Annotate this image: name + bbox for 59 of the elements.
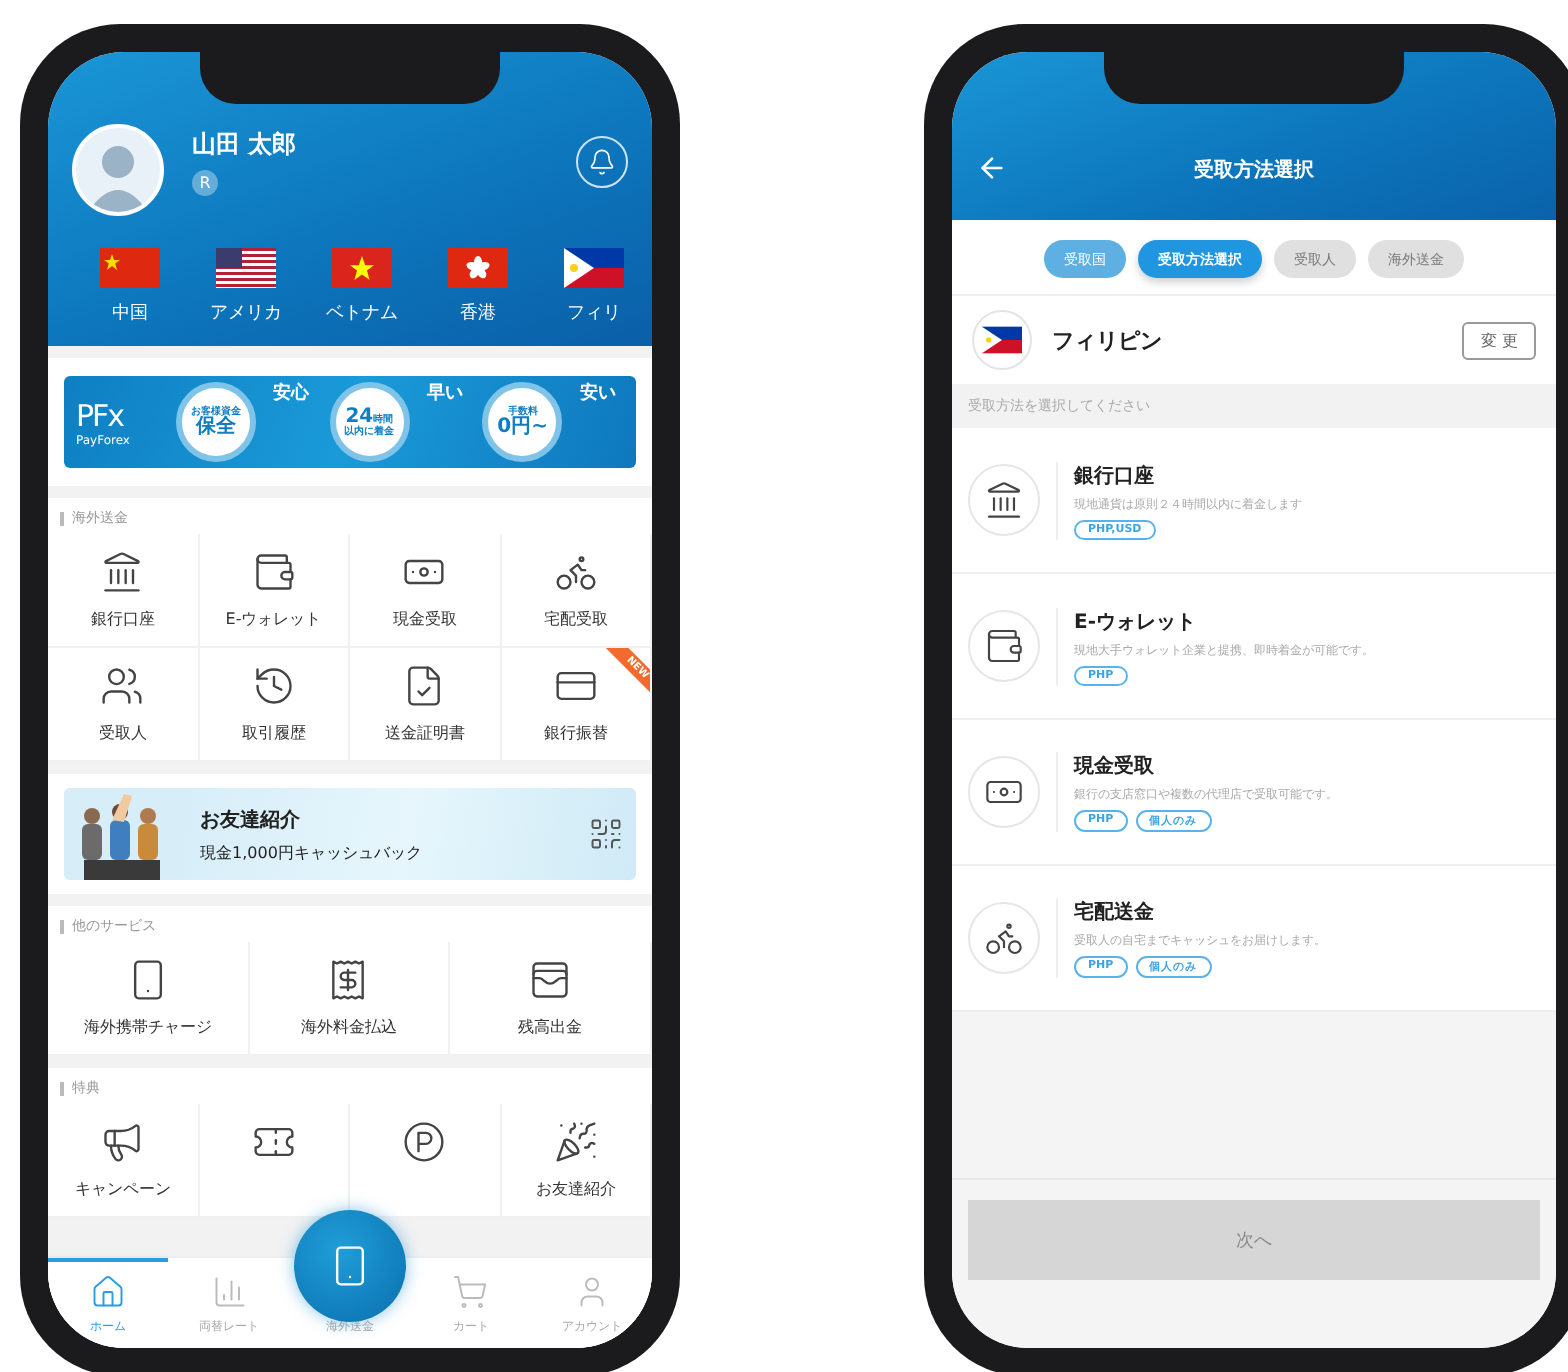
menu-item[interactable]: 海外携帯チャージ — [48, 942, 250, 1056]
bar-chart-icon — [211, 1274, 248, 1310]
country-item[interactable]: 中国 — [72, 248, 188, 326]
method-title: E-ウォレット — [1074, 609, 1198, 635]
wallet-icon — [984, 626, 1024, 666]
country-item[interactable]: 香港 — [420, 248, 536, 326]
menu-item[interactable]: 銀行口座 — [48, 534, 199, 648]
method-title: 銀行口座 — [1074, 462, 1156, 489]
cart-icon — [452, 1274, 489, 1310]
country-item[interactable]: アメリカ — [188, 248, 304, 326]
rank-badge: R — [192, 170, 218, 196]
country-item[interactable]: フィリ — [536, 248, 652, 326]
megaphone-icon — [100, 1120, 145, 1164]
bank-icon — [984, 480, 1024, 520]
flag-icon — [332, 248, 392, 288]
flag-icon — [100, 248, 160, 288]
country-name: フィリピン — [1052, 325, 1164, 355]
menu-item[interactable]: 宅配受取 — [501, 534, 652, 648]
referral-title: お友達紹介 — [200, 807, 302, 833]
history-icon — [251, 664, 296, 708]
menu-item[interactable]: 残高出金 — [450, 942, 652, 1056]
avatar-icon — [72, 124, 164, 216]
method-title: 宅配送金 — [1074, 898, 1156, 926]
referral-text: 現金1,000円キャッシュバック — [200, 841, 424, 863]
wallet-icon — [528, 958, 573, 1002]
feature-heading: 安い — [580, 380, 617, 406]
menu-item[interactable]: お友達紹介 — [501, 1104, 652, 1218]
change-button[interactable]: 変 更 — [1462, 321, 1536, 359]
qr-code-icon — [588, 816, 624, 852]
back-button[interactable] — [976, 152, 1008, 184]
feature-heading: 安心 — [273, 380, 310, 406]
menu-item[interactable]: キャンペーン — [48, 1104, 199, 1218]
menu-item[interactable]: 取引履歴 — [199, 648, 350, 762]
flag-icon — [564, 248, 624, 288]
referral-banner[interactable]: お友達紹介 現金1,000円キャッシュバック — [64, 788, 636, 880]
logo-mark: PFx — [76, 397, 126, 433]
flag-icon — [216, 248, 276, 288]
method-title: 現金受取 — [1074, 753, 1156, 780]
bell-icon — [588, 148, 616, 176]
parking-icon — [402, 1120, 447, 1164]
flag-icon — [448, 248, 508, 288]
flag-icon — [982, 326, 1022, 354]
user-name: 山田 太郎 — [192, 128, 299, 162]
home-icon — [90, 1274, 127, 1310]
notification-button[interactable] — [576, 136, 628, 188]
feature-heading: 早い — [426, 381, 463, 406]
bank-icon — [100, 550, 145, 594]
menu-item[interactable]: 海外料金払込 — [249, 942, 451, 1056]
wallet-icon — [251, 550, 296, 594]
menu-item[interactable]: 受取人 — [48, 648, 199, 762]
send-money-button[interactable] — [294, 1210, 406, 1322]
menu-item[interactable]: 現金受取 — [350, 534, 501, 648]
celebration-icon — [553, 1120, 598, 1164]
menu-item[interactable]: 送金証明書 — [350, 648, 501, 762]
menu-item[interactable]: E-ウォレット — [199, 534, 350, 648]
users-icon — [100, 664, 145, 708]
country-item[interactable]: ベトナム — [304, 248, 420, 326]
screen-title: 受取方法選択 — [1192, 156, 1316, 184]
back-arrow-icon — [976, 152, 1008, 184]
